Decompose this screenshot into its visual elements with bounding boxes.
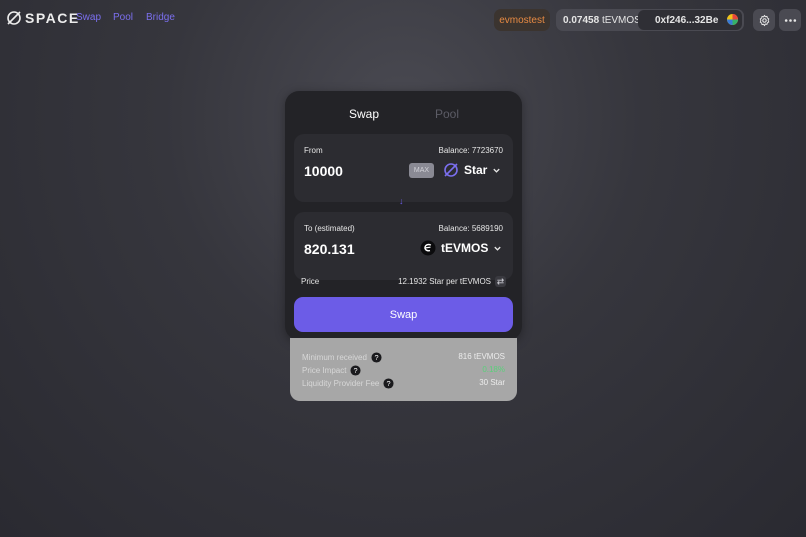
help-icon[interactable]: ?: [350, 365, 362, 376]
swap-button-label: Swap: [389, 308, 418, 321]
detail-value: 816 tEVMOS: [458, 352, 505, 361]
wallet-avatar-icon: [727, 14, 738, 25]
svg-text:?: ?: [354, 366, 358, 375]
evmos-token-icon: [420, 240, 436, 256]
help-icon[interactable]: ?: [383, 378, 394, 389]
detail-row-price-impact: Price Impact ? 0.18%: [302, 364, 505, 376]
detail-row-liquidity-fee: Liquidity Provider Fee ? 30 Star: [302, 377, 505, 389]
detail-label: Minimum received: [302, 353, 367, 362]
logo-icon: [7, 11, 21, 25]
swap-card: Swap Pool From Balance: 7723670 10000 MA…: [285, 91, 522, 340]
settings-button[interactable]: [753, 9, 775, 31]
to-token-name: tEVMOS: [441, 241, 489, 255]
space-logo[interactable]: SPACE: [6, 9, 80, 27]
price-label: Price: [301, 277, 320, 286]
star-token-icon: [444, 163, 458, 177]
to-amount-input[interactable]: 820.131: [304, 241, 355, 257]
price-invert-button[interactable]: [495, 276, 506, 287]
to-section: To (estimated) Balance: 5689190 820.131 …: [294, 212, 513, 280]
swap-arrows-icon: [496, 278, 505, 285]
detail-value: 0.18%: [482, 365, 505, 374]
to-token-select[interactable]: tEVMOS: [420, 238, 502, 258]
from-token-name: Star: [464, 163, 488, 177]
from-label: From: [304, 146, 323, 155]
from-token-select[interactable]: Star: [443, 160, 501, 180]
detail-label: Price Impact: [302, 366, 347, 375]
wallet-balance-unit: tEVMOS: [601, 14, 641, 26]
swap-details-panel: Minimum received ? 816 tEVMOS Price Impa…: [290, 338, 517, 401]
wallet-balance-value: 0.07458: [563, 14, 600, 26]
address-button[interactable]: 0xf246...32Be: [638, 10, 742, 30]
chevron-down-icon: [493, 168, 501, 173]
more-button[interactable]: [779, 9, 801, 31]
help-icon[interactable]: ?: [371, 352, 382, 363]
settings-icon: [759, 14, 769, 26]
more-icon: [784, 18, 796, 22]
wallet-address: 0xf246...32Be: [655, 14, 719, 26]
detail-row-minimum-received: Minimum received ? 816 tEVMOS: [302, 351, 505, 363]
network-name: evmostest: [499, 14, 545, 26]
from-amount-input[interactable]: 10000: [304, 163, 343, 179]
top-nav: SPACE Swap Pool Bridge evmostest 0.07458…: [0, 0, 806, 40]
wallet-pill[interactable]: 0.07458 tEVMOS 0xf246...32Be: [556, 9, 744, 31]
max-button[interactable]: MAX: [409, 163, 434, 178]
nav-link-bridge[interactable]: Bridge: [146, 12, 175, 23]
price-value: 12.1932 Star per tEVMOS: [398, 277, 491, 286]
nav-link-pool[interactable]: Pool: [113, 12, 133, 23]
svg-text:?: ?: [374, 353, 378, 362]
wallet-balance: 0.07458 tEVMOS: [556, 15, 641, 26]
to-balance: Balance: 5689190: [438, 224, 504, 233]
from-balance: Balance: 7723670: [438, 146, 504, 155]
nav-link-swap[interactable]: Swap: [76, 12, 101, 23]
from-section: From Balance: 7723670 10000 MAX Star: [294, 134, 513, 202]
swap-button[interactable]: Swap: [294, 297, 513, 332]
tab-pool[interactable]: Pool: [435, 107, 459, 121]
to-label: To (estimated): [304, 224, 355, 233]
max-label: MAX: [413, 167, 430, 174]
network-badge[interactable]: evmostest: [494, 9, 550, 31]
svg-text:?: ?: [387, 379, 391, 388]
detail-value: 30 Star: [479, 378, 505, 387]
tab-swap[interactable]: Swap: [349, 107, 379, 121]
swap-direction-arrow-icon[interactable]: ↓: [399, 196, 404, 206]
detail-label: Liquidity Provider Fee: [302, 379, 380, 388]
logo-text: SPACE: [25, 10, 80, 26]
chevron-down-icon: [494, 246, 502, 251]
